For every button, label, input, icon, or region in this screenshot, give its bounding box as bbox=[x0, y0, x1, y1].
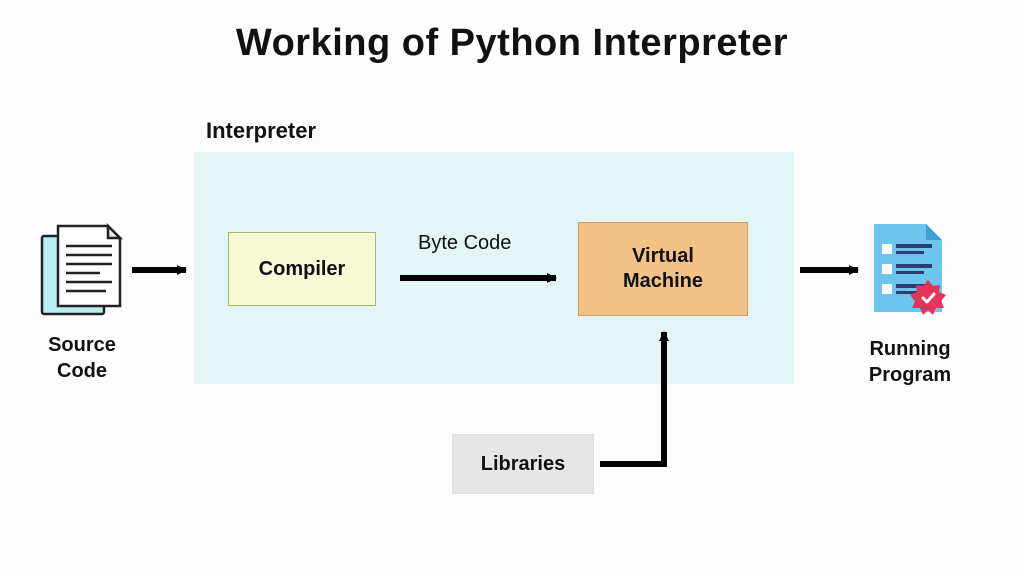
libraries-node: Libraries bbox=[452, 434, 594, 494]
diagram-title: Working of Python Interpreter bbox=[0, 22, 1024, 65]
running-program-icon bbox=[868, 220, 952, 320]
running-label-line1: Running bbox=[869, 338, 950, 360]
bytecode-label: Byte Code bbox=[418, 232, 511, 255]
running-program-label: Running Program bbox=[852, 336, 968, 388]
vm-label-line1: Virtual bbox=[632, 244, 694, 269]
libraries-label: Libraries bbox=[481, 453, 565, 476]
virtual-machine-node: Virtual Machine bbox=[578, 222, 748, 316]
vm-label-line2: Machine bbox=[623, 269, 703, 294]
source-code-icon bbox=[38, 222, 126, 318]
interpreter-label: Interpreter bbox=[206, 118, 316, 144]
running-label-line2: Program bbox=[869, 364, 951, 386]
compiler-label: Compiler bbox=[259, 258, 346, 281]
source-label-line2: Code bbox=[57, 360, 107, 382]
source-code-label: Source Code bbox=[40, 332, 124, 384]
compiler-node: Compiler bbox=[228, 232, 376, 306]
source-label-line1: Source bbox=[48, 334, 116, 356]
